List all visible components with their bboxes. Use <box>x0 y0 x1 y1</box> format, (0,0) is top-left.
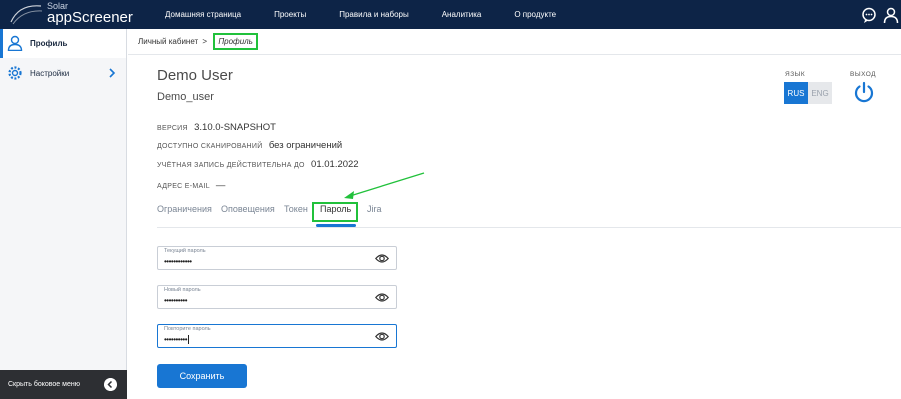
exit-label: ВЫХОД <box>850 71 877 78</box>
logo-mark-icon <box>10 5 43 25</box>
version-value: 3.10.0-SNAPSHOT <box>194 122 276 133</box>
sidebar-item-settings[interactable]: Настройки <box>0 59 126 88</box>
top-navbar: Solar appScreener Домашняя страница Прое… <box>0 0 901 29</box>
eye-icon[interactable] <box>375 253 389 264</box>
breadcrumb-separator: > <box>202 37 208 46</box>
chevron-right-icon <box>109 68 116 78</box>
scans-row: ДОСТУПНО СКАНИРОВАНИЙ без ограничений <box>157 140 342 151</box>
repeat-password-label: Повторите пароль <box>164 326 211 332</box>
language-eng-button[interactable]: ENG <box>808 82 832 104</box>
email-label: АДРЕС E-MAIL <box>157 183 210 190</box>
language-label: ЯЗЫК <box>785 71 806 78</box>
collapse-icon <box>104 378 117 391</box>
breadcrumb: Личный кабинет > Профиль <box>138 33 258 50</box>
nav-home[interactable]: Домашняя страница <box>165 10 241 19</box>
valid-until-row: УЧЁТНАЯ ЗАПИСЬ ДЕЙСТВИТЕЛЬНА ДО 01.01.20… <box>157 159 359 170</box>
user-icon[interactable] <box>883 7 899 23</box>
tab-jira[interactable]: Jira <box>367 204 382 214</box>
nav-projects[interactable]: Проекты <box>274 10 306 19</box>
email-row: АДРЕС E-MAIL — <box>157 180 225 191</box>
sidebar-item-label: Профиль <box>30 39 68 48</box>
sidebar-item-label: Настройки <box>30 69 70 78</box>
repeat-password-field[interactable]: Повторите пароль •••••••••• <box>157 324 397 348</box>
eye-icon[interactable] <box>375 292 389 303</box>
sidebar-item-profile[interactable]: Профиль <box>0 29 126 58</box>
version-row: ВЕРСИЯ 3.10.0-SNAPSHOT <box>157 122 276 133</box>
new-password-label: Новый пароль <box>164 287 201 293</box>
user-login: Demo_user <box>157 91 214 103</box>
breadcrumb-current: Профиль <box>213 33 258 50</box>
gear-icon <box>8 66 22 80</box>
breadcrumb-parent[interactable]: Личный кабинет <box>138 37 198 46</box>
hide-sidebar-label: Скрыть боковое меню <box>8 381 80 388</box>
tab-notifications[interactable]: Оповещения <box>221 204 275 214</box>
scans-label: ДОСТУПНО СКАНИРОВАНИЙ <box>157 143 263 150</box>
email-value: — <box>215 180 226 191</box>
tab-token[interactable]: Токен <box>284 204 308 214</box>
new-password-field[interactable]: Новый пароль •••••••••• <box>157 285 397 309</box>
nav-analytics[interactable]: Аналитика <box>442 10 482 19</box>
current-password-label: Текущий пароль <box>164 248 206 254</box>
user-icon <box>7 35 23 51</box>
logo-big-text: appScreener <box>47 9 133 26</box>
scans-value: без ограничений <box>268 140 343 151</box>
language-rus-button[interactable]: RUS <box>784 82 808 104</box>
tab-highlight-box <box>312 202 358 222</box>
nav-about[interactable]: О продукте <box>514 10 556 19</box>
tabs-divider <box>157 227 901 228</box>
new-password-value: •••••••••• <box>164 296 188 305</box>
eye-icon[interactable] <box>375 331 389 342</box>
valid-until-label: УЧЁТНАЯ ЗАПИСЬ ДЕЙСТВИТЕЛЬНА ДО <box>157 162 305 169</box>
hide-sidebar-button[interactable]: Скрыть боковое меню <box>0 370 127 399</box>
power-icon[interactable] <box>853 81 875 103</box>
current-password-field[interactable]: Текущий пароль •••••••••••• <box>157 246 397 270</box>
current-password-value: •••••••••••• <box>164 257 192 266</box>
content-divider <box>128 54 901 55</box>
chat-icon[interactable] <box>861 7 877 23</box>
sidebar: Профиль Настройки Скрыть боковое меню <box>0 29 127 399</box>
tab-limits[interactable]: Ограничения <box>157 204 212 214</box>
version-label: ВЕРСИЯ <box>157 125 188 132</box>
app-logo[interactable]: Solar appScreener <box>9 2 133 25</box>
nav-rules[interactable]: Правила и наборы <box>339 10 409 19</box>
user-name: Demo User <box>157 67 233 84</box>
repeat-password-value: •••••••••• <box>164 335 190 344</box>
main-nav: Домашняя страница Проекты Правила и набо… <box>165 0 589 29</box>
save-button[interactable]: Сохранить <box>157 364 247 388</box>
